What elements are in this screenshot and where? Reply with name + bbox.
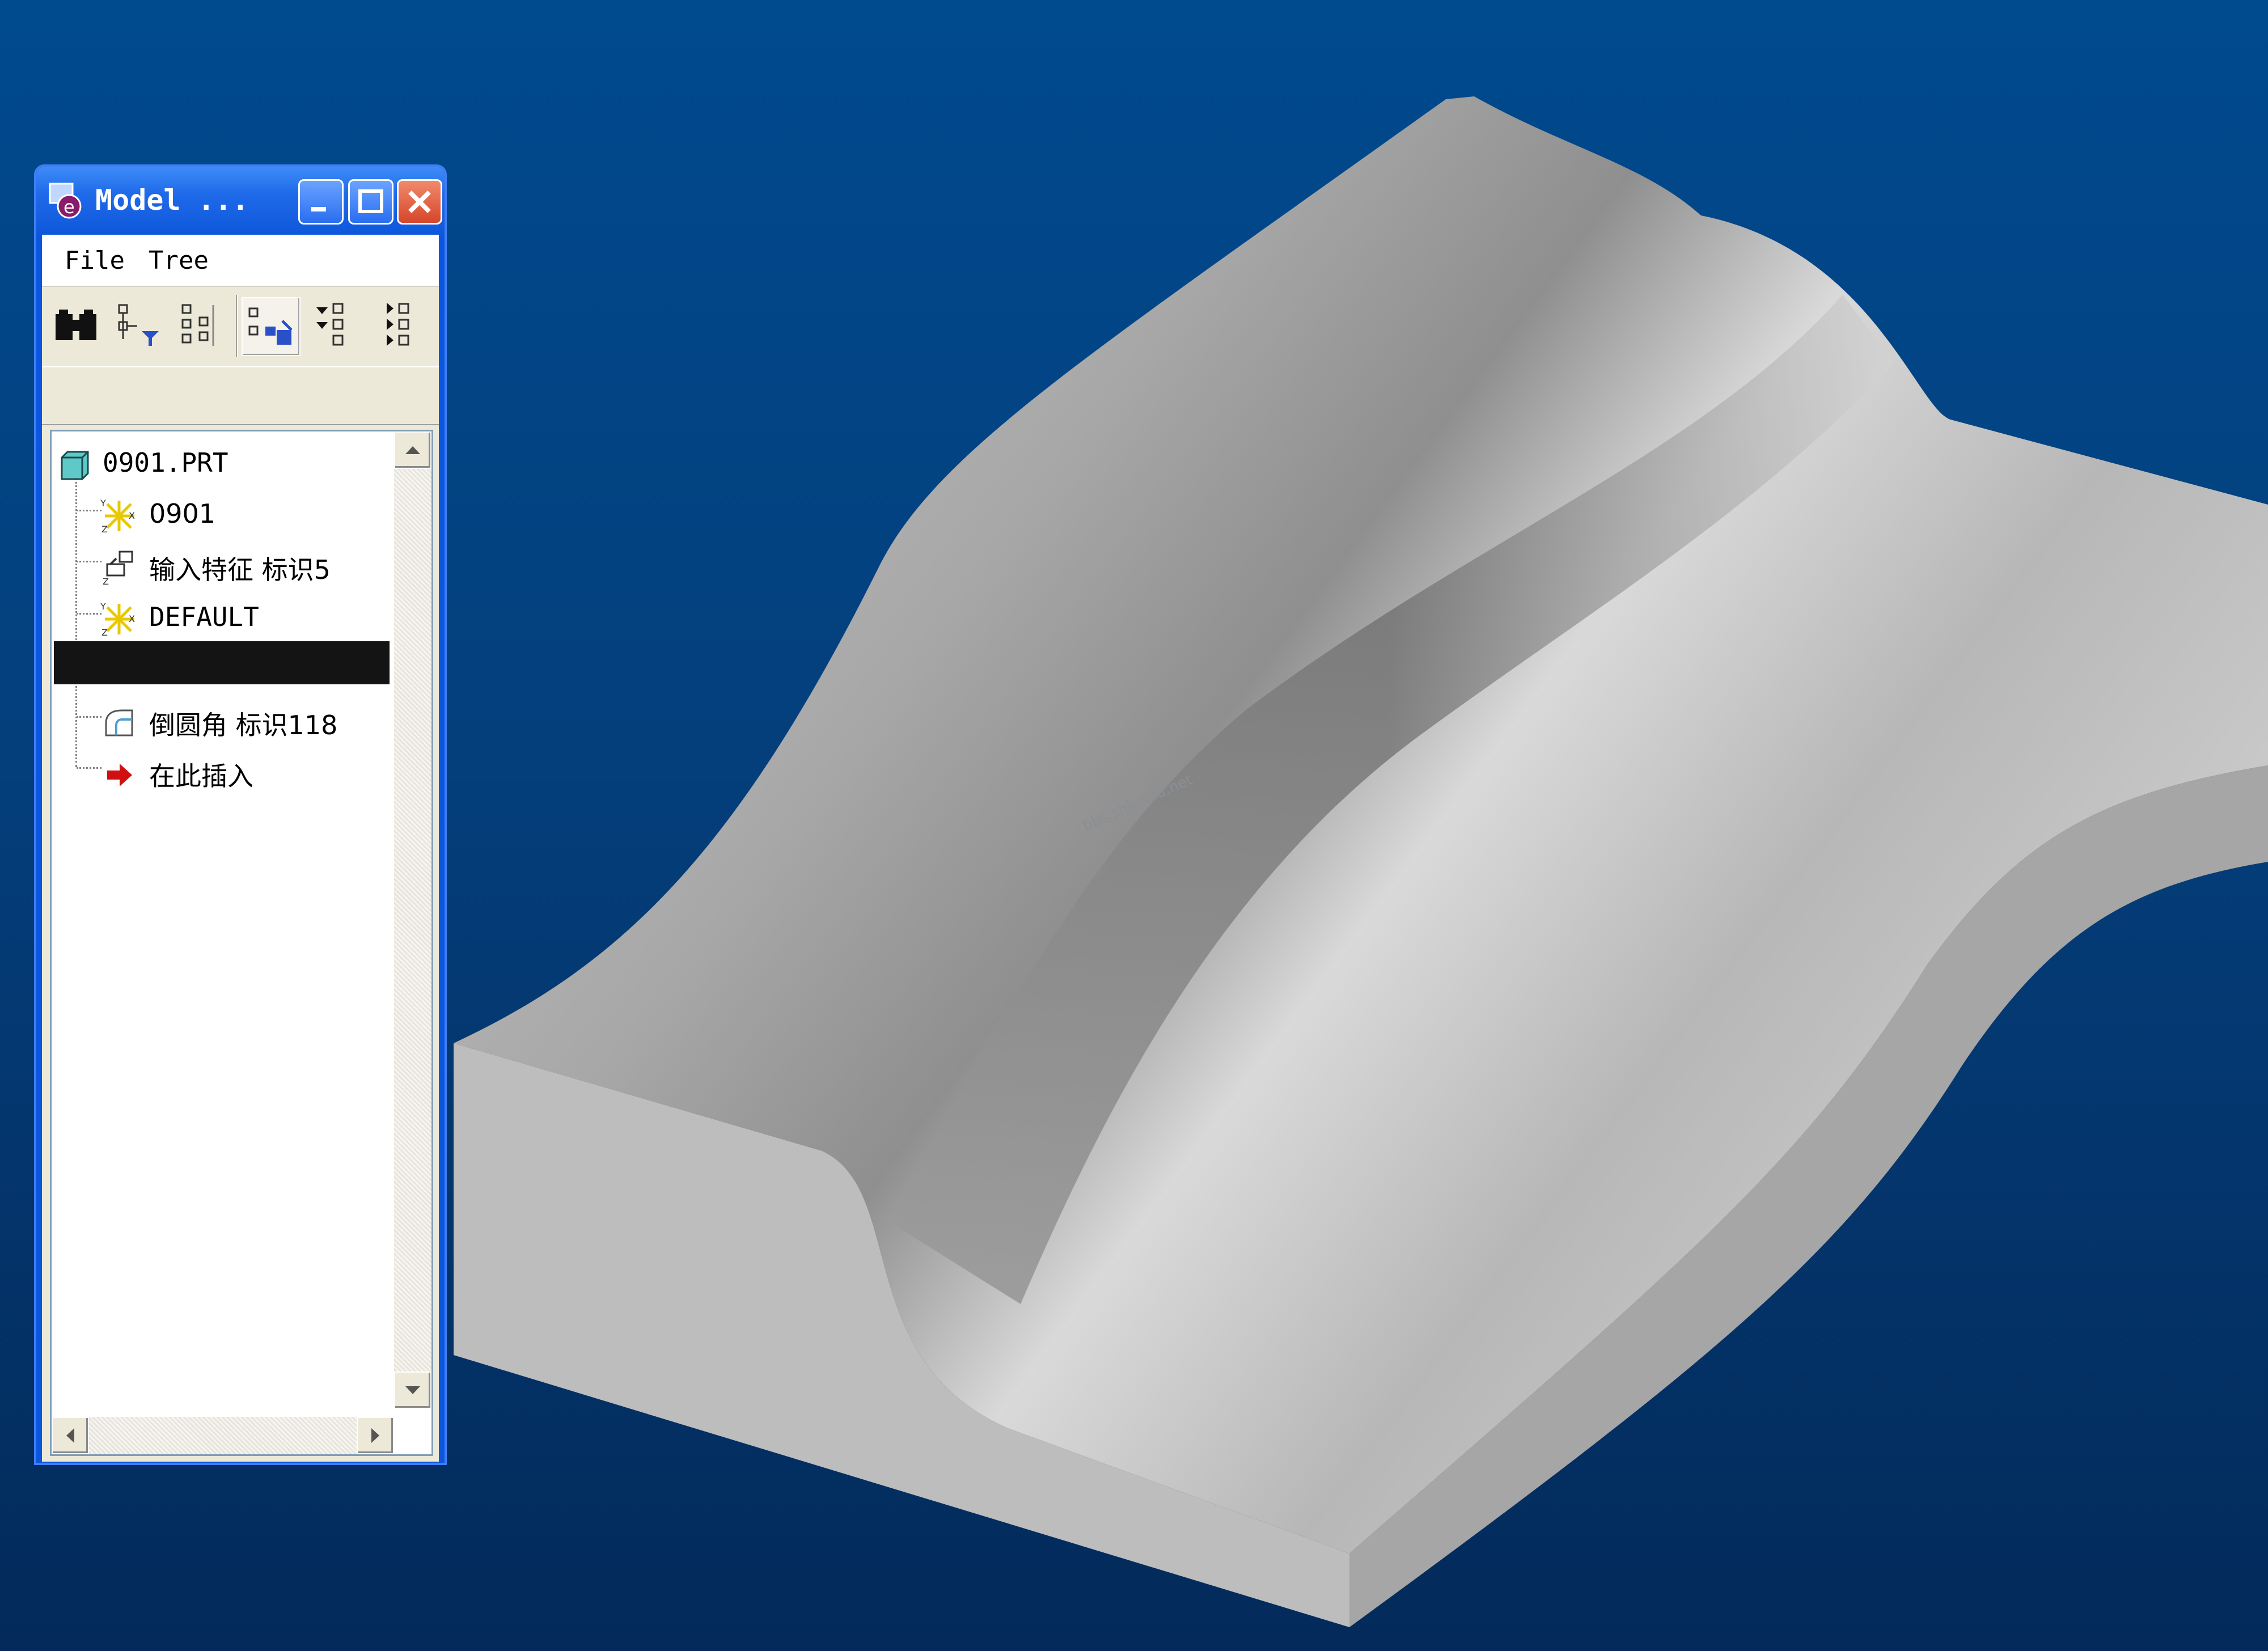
minimize-button[interactable] [298,179,344,225]
svg-text:Z: Z [103,576,109,587]
vertical-scrollbar[interactable] [394,431,431,1409]
menubar: File Tree [42,235,439,287]
tree-filter-icon [118,304,159,346]
tree-columns-button[interactable] [172,297,229,354]
coordinate-system-icon: Y X Z [100,498,135,535]
expand-all-icon [387,303,409,346]
tree-item-label: 0901 [149,498,216,529]
model-tree-panel[interactable]: 0901.PRT Y X Z 0901 Z 输入特征 标识5 Y X Z DEF… [50,430,433,1456]
scroll-right-button[interactable] [357,1417,394,1454]
window-titlebar[interactable]: e Model ... [36,167,445,235]
arrow-right-icon [371,1428,379,1443]
window-title: Model ... [95,184,249,217]
close-button[interactable] [397,179,442,225]
tree-item-label: 0901.PRT [103,447,229,478]
svg-text:e: e [64,196,75,218]
import-feature-icon: Z [103,551,133,587]
close-icon [408,190,431,213]
svg-text:X: X [129,613,135,624]
show-tree-button[interactable] [242,297,301,356]
menu-tree[interactable]: Tree [149,246,209,275]
toolbar [42,289,439,363]
horizontal-scrollbar[interactable] [52,1417,394,1454]
tree-item-selected[interactable] [54,641,390,684]
tree-item-part[interactable]: 0901.PRT [52,441,392,486]
svg-text:Y: Y [100,601,106,612]
maximize-icon [358,189,383,213]
scroll-down-button[interactable] [394,1371,431,1409]
collapse-all-button[interactable] [308,297,365,354]
arrow-up-icon [405,446,420,454]
menu-file[interactable]: File [65,246,125,275]
find-button[interactable] [48,297,104,354]
tree-item-label: 倒圆角 标识118 [149,710,338,740]
binoculars-icon [56,310,96,340]
window-client-area: File Tree 0901.PRT Y X Z 0901 Z 输入特征 标识5… [42,235,439,1462]
arrow-left-icon [66,1428,74,1443]
round-feature-icon [105,709,133,736]
tree-filter-button[interactable] [110,297,167,354]
arrow-down-icon [405,1386,420,1394]
tree-item-csys-default[interactable]: Y X Z DEFAULT [52,595,392,640]
tree-status-strip [42,366,439,425]
svg-text:Z: Z [101,627,108,638]
tree-item-insert-here[interactable]: 在此插入 [52,749,392,794]
tree-item-round[interactable]: 倒圆角 标识118 [52,698,392,743]
svg-text:Y: Y [100,498,106,509]
svg-text:Z: Z [101,524,108,535]
pro-engineer-app-icon: e [49,183,82,219]
model-tree-window[interactable]: e Model ... File Tree 0901.PRT Y X Z 090… [34,164,447,1465]
tree-item-label: 输入特征 标识5 [149,554,331,585]
insert-here-arrow-icon [107,764,132,786]
coordinate-system-icon: Y X Z [100,601,135,638]
tree-item-label: DEFAULT [149,602,259,632]
expand-all-button[interactable] [376,297,433,354]
show-tree-icon [248,307,293,345]
tree-columns-icon [181,304,214,346]
tree-item-label: 在此插入 [149,761,253,791]
maximize-button[interactable] [348,179,393,225]
scroll-left-button[interactable] [52,1417,89,1454]
part-icon [61,451,89,480]
tree-item-csys-0901[interactable]: Y X Z 0901 [52,492,392,537]
tree-item-import-feature[interactable]: Z 输入特征 标识5 [52,543,392,588]
scroll-up-button[interactable] [394,431,431,469]
collapse-all-icon [316,303,344,346]
svg-text:X: X [129,510,135,521]
minimize-icon [311,207,326,211]
